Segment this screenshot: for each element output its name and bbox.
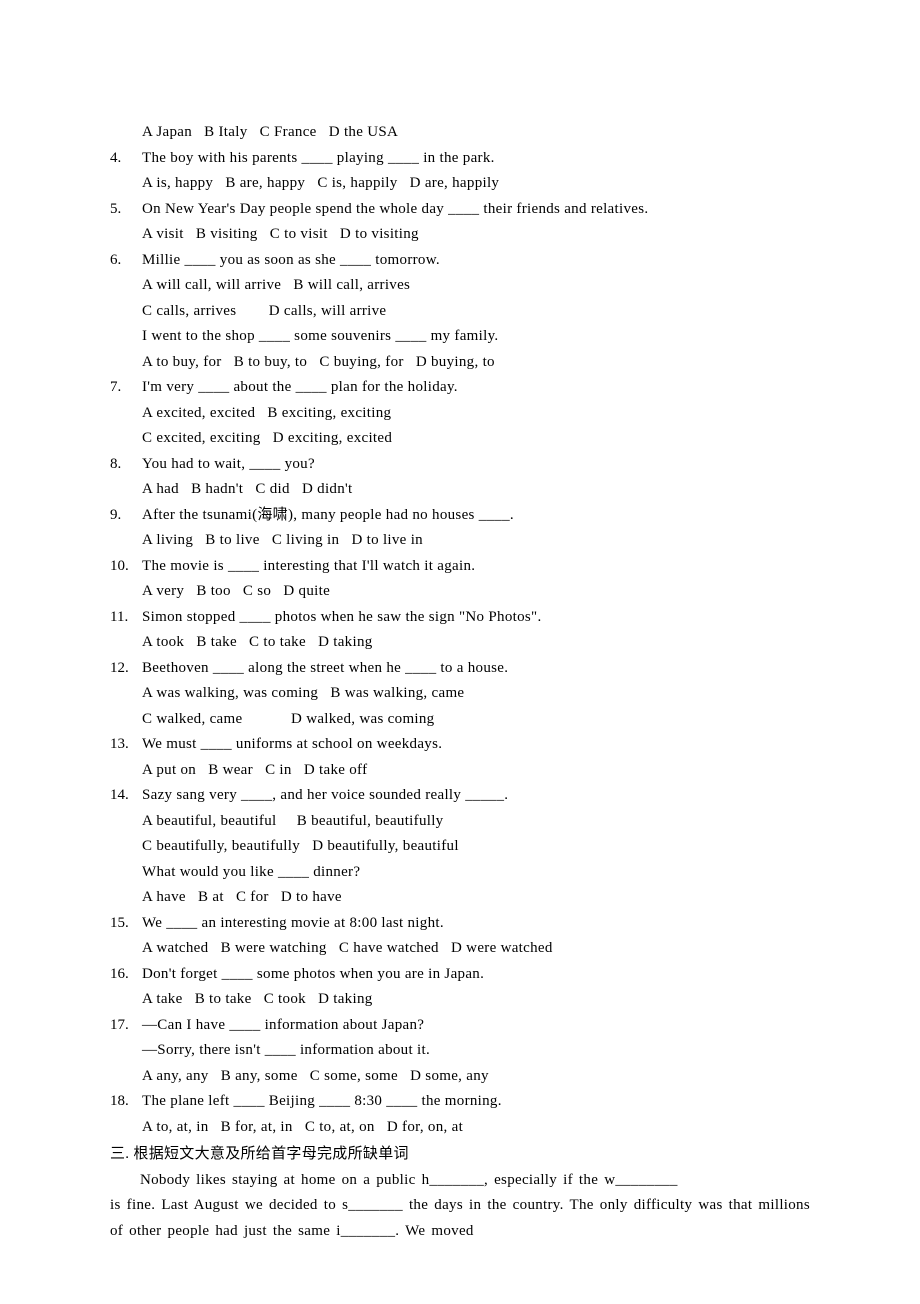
question-6: 6. Millie ____ you as soon as she ____ t… bbox=[110, 248, 810, 274]
question-options: A to buy, for B to buy, to C buying, for… bbox=[110, 350, 810, 376]
question-options: A beautiful, beautiful B beautiful, beau… bbox=[110, 809, 810, 835]
question-text: Don't forget ____ some photos when you a… bbox=[142, 962, 810, 988]
question-number: 5. bbox=[110, 197, 142, 223]
question-text: I'm very ____ about the ____ plan for th… bbox=[142, 375, 810, 401]
question-text: The boy with his parents ____ playing __… bbox=[142, 146, 810, 172]
question-4: 4. The boy with his parents ____ playing… bbox=[110, 146, 810, 172]
question-number: 16. bbox=[110, 962, 142, 988]
question-options: A excited, excited B exciting, exciting bbox=[110, 401, 810, 427]
question-extra: I went to the shop ____ some souvenirs _… bbox=[110, 324, 810, 350]
question-options: A very B too C so D quite bbox=[110, 579, 810, 605]
question-text: The plane left ____ Beijing ____ 8:30 __… bbox=[142, 1089, 810, 1115]
question-number: 7. bbox=[110, 375, 142, 401]
passage-line-2: is fine. Last August we decided to s____… bbox=[110, 1193, 810, 1244]
passage-line-1: Nobody likes staying at home on a public… bbox=[110, 1168, 810, 1194]
question-number: 4. bbox=[110, 146, 142, 172]
question-text: After the tsunami(海啸), many people had n… bbox=[142, 503, 810, 529]
question-number: 6. bbox=[110, 248, 142, 274]
question-text: We must ____ uniforms at school on weekd… bbox=[142, 732, 810, 758]
question-number: 13. bbox=[110, 732, 142, 758]
question-options: A put on B wear C in D take off bbox=[110, 758, 810, 784]
question-options: A any, any B any, some C some, some D so… bbox=[110, 1064, 810, 1090]
question-text: Beethoven ____ along the street when he … bbox=[142, 656, 810, 682]
question-number: 12. bbox=[110, 656, 142, 682]
question-options: A to, at, in B for, at, in C to, at, on … bbox=[110, 1115, 810, 1141]
question-options: A will call, will arrive B will call, ar… bbox=[110, 273, 810, 299]
question-options: C calls, arrives D calls, will arrive bbox=[110, 299, 810, 325]
question-text: You had to wait, ____ you? bbox=[142, 452, 810, 478]
question-7: 7. I'm very ____ about the ____ plan for… bbox=[110, 375, 810, 401]
question-12: 12. Beethoven ____ along the street when… bbox=[110, 656, 810, 682]
question-options: A watched B were watching C have watched… bbox=[110, 936, 810, 962]
question-text: Sazy sang very ____, and her voice sound… bbox=[142, 783, 810, 809]
question-options: A living B to live C living in D to live… bbox=[110, 528, 810, 554]
question-8: 8. You had to wait, ____ you? bbox=[110, 452, 810, 478]
question-18: 18. The plane left ____ Beijing ____ 8:3… bbox=[110, 1089, 810, 1115]
section-3-heading: 三. 根据短文大意及所给首字母完成所缺单词 bbox=[110, 1142, 810, 1168]
question-options: A have B at C for D to have bbox=[110, 885, 810, 911]
question-options: A took B take C to take D taking bbox=[110, 630, 810, 656]
question-text: —Can I have ____ information about Japan… bbox=[142, 1013, 810, 1039]
question-number: 18. bbox=[110, 1089, 142, 1115]
question-options: C excited, exciting D exciting, excited bbox=[110, 426, 810, 452]
question-line2: —Sorry, there isn't ____ information abo… bbox=[110, 1038, 810, 1064]
question-14: 14. Sazy sang very ____, and her voice s… bbox=[110, 783, 810, 809]
question-10: 10. The movie is ____ interesting that I… bbox=[110, 554, 810, 580]
question-9: 9. After the tsunami(海啸), many people ha… bbox=[110, 503, 810, 529]
question-text: Simon stopped ____ photos when he saw th… bbox=[142, 605, 810, 631]
question-options: A take B to take C took D taking bbox=[110, 987, 810, 1013]
question-text: On New Year's Day people spend the whole… bbox=[142, 197, 810, 223]
question-13: 13. We must ____ uniforms at school on w… bbox=[110, 732, 810, 758]
question-extra: What would you like ____ dinner? bbox=[110, 860, 810, 886]
question-text: Millie ____ you as soon as she ____ tomo… bbox=[142, 248, 810, 274]
document-page: A Japan B Italy C France D the USA 4. Th… bbox=[0, 0, 920, 1304]
question-number: 10. bbox=[110, 554, 142, 580]
question-17: 17. —Can I have ____ information about J… bbox=[110, 1013, 810, 1039]
question-options: A visit B visiting C to visit D to visit… bbox=[110, 222, 810, 248]
question-number: 9. bbox=[110, 503, 142, 529]
question-5: 5. On New Year's Day people spend the wh… bbox=[110, 197, 810, 223]
question-11: 11. Simon stopped ____ photos when he sa… bbox=[110, 605, 810, 631]
question-options-top: A Japan B Italy C France D the USA bbox=[110, 120, 810, 146]
question-number: 14. bbox=[110, 783, 142, 809]
question-text: The movie is ____ interesting that I'll … bbox=[142, 554, 810, 580]
question-text: We ____ an interesting movie at 8:00 las… bbox=[142, 911, 810, 937]
question-options: A had B hadn't C did D didn't bbox=[110, 477, 810, 503]
question-number: 11. bbox=[110, 605, 142, 631]
question-options: A was walking, was coming B was walking,… bbox=[110, 681, 810, 707]
question-16: 16. Don't forget ____ some photos when y… bbox=[110, 962, 810, 988]
question-options: A is, happy B are, happy C is, happily D… bbox=[110, 171, 810, 197]
question-number: 17. bbox=[110, 1013, 142, 1039]
question-15: 15. We ____ an interesting movie at 8:00… bbox=[110, 911, 810, 937]
question-options: C beautifully, beautifully D beautifully… bbox=[110, 834, 810, 860]
question-number: 8. bbox=[110, 452, 142, 478]
question-number: 15. bbox=[110, 911, 142, 937]
question-options: C walked, came D walked, was coming bbox=[110, 707, 810, 733]
